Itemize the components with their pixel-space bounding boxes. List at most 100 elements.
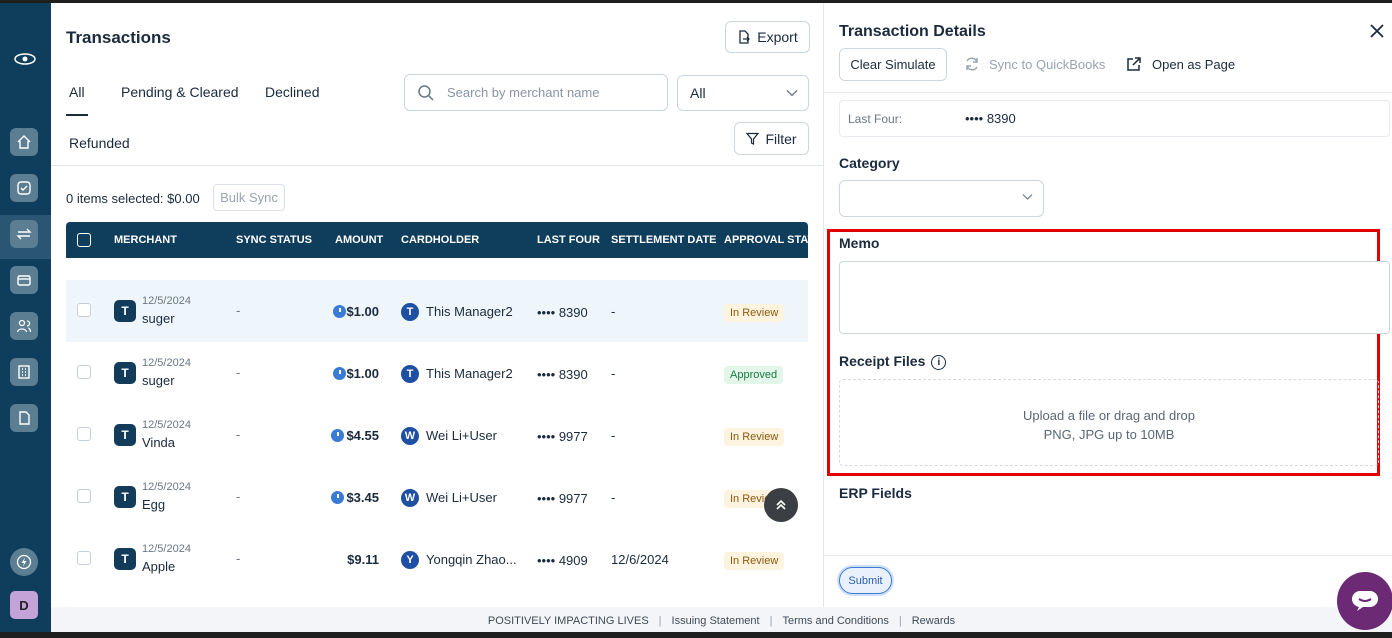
col-sync-status[interactable]: SYNC STATUS [236,234,312,246]
search-icon [418,84,434,101]
close-icon[interactable] [1369,23,1385,39]
users-icon[interactable] [10,312,38,340]
status-select[interactable]: All [677,75,809,111]
merchant-name: Apple [142,559,176,574]
open-as-page-link[interactable]: Open as Page [1126,56,1235,72]
last-four: •••• 8390 [537,367,588,382]
tab-declined[interactable]: Declined [265,84,319,100]
cardholder-badge: T [401,365,419,383]
chat-widget-button[interactable] [1337,572,1392,630]
settlement-date: 12/6/2024 [611,552,669,567]
sync-quickbooks-label: Sync to QuickBooks [989,56,1106,72]
sidebar: D [0,3,51,632]
amount: $1.00 [346,304,379,319]
chevrons-up-icon [776,499,786,510]
divider [824,555,1392,556]
merchant-name: Vinda [142,435,176,450]
status-badge: In Review [724,304,785,322]
transaction-date: 12/5/2024 [142,419,191,431]
avatar[interactable]: D [10,591,38,619]
sync-status: - [236,365,241,380]
settlement-date: - [611,304,616,319]
row-checkbox[interactable] [77,489,91,503]
scroll-to-top-button[interactable] [764,488,798,522]
table-row[interactable]: T 12/5/2024 suger - $1.00 T This Manager… [66,342,808,404]
row-checkbox[interactable] [77,427,91,441]
transactions-icon[interactable] [10,220,38,248]
last-four: •••• 9977 [537,429,588,444]
chevron-down-icon [1022,194,1033,200]
col-cardholder[interactable]: CARDHOLDER [401,234,479,246]
logo-icon [14,53,36,65]
open-as-page-label: Open as Page [1152,56,1236,72]
table-row[interactable]: T 12/5/2024 Vinda - $4.55 W Wei Li+User … [66,404,808,466]
row-checkbox[interactable] [77,551,91,565]
cardholder-name: Wei Li+User [426,428,497,443]
col-amount[interactable]: AMOUNT [335,234,383,246]
tab-all[interactable]: All [69,84,85,100]
sync-status: - [236,489,241,504]
pending-clock-icon [333,305,346,318]
row-checkbox[interactable] [77,365,91,379]
filter-button[interactable]: Filter [734,122,809,155]
receipt-dropzone[interactable]: Upload a file or drag and drop PNG, JPG … [839,379,1379,466]
cardholder-badge: Y [401,551,419,569]
settlement-date: - [611,366,616,381]
tasks-icon[interactable] [10,174,38,202]
lightning-icon[interactable] [10,548,38,576]
last-four: •••• 8390 [537,305,588,320]
category-label: Category [839,155,900,171]
last-four: •••• 9977 [537,491,588,506]
footer: POSITIVELY IMPACTING LIVES | Issuing Sta… [51,615,1392,632]
details-title: Transaction Details [839,23,986,40]
table-row[interactable]: T 12/5/2024 suger - $1.00 T This Manager… [66,280,808,342]
tab-refunded[interactable]: Refunded [69,135,130,151]
footer-separator: | [769,615,773,627]
footer-terms-link[interactable]: Terms and Conditions [782,615,888,632]
receipt-files-label: Receipt Files i [839,353,947,370]
col-settlement-date[interactable]: SETTLEMENT DATE [611,234,717,246]
select-all-checkbox[interactable] [77,233,91,247]
clear-simulate-button[interactable]: Clear Simulate [839,48,947,81]
export-button[interactable]: Export [725,21,810,53]
upload-instructions: Upload a file or drag and drop [1022,408,1195,423]
selected-info: 0 items selected: $0.00 [66,191,200,206]
col-last-four[interactable]: LAST FOUR [537,234,600,246]
chat-icon [1352,591,1378,611]
pending-clock-icon [333,367,346,380]
status-badge: In Review [724,552,785,570]
table-row[interactable]: T 12/5/2024 Apple - $9.11 Y Yongqin Zhao… [66,528,808,590]
home-icon[interactable] [10,128,38,156]
external-link-icon [1127,57,1141,71]
sync-status: - [236,551,241,566]
search-input[interactable]: Search by merchant name [404,74,668,111]
col-approval-status[interactable]: APPROVAL STATUS [724,234,808,246]
bulk-sync-button[interactable]: Bulk Sync [213,184,285,211]
amount: $3.45 [346,490,379,505]
amount: $9.11 [347,552,379,567]
last-four-field: Last Four: •••• 8390 [839,100,1390,137]
card-icon[interactable] [10,266,38,294]
building-icon[interactable] [10,358,38,386]
active-tab-underline [66,114,88,116]
filter-icon [746,132,760,145]
merchant-name: Egg [142,497,166,512]
merchant-badge: T [114,486,136,508]
document-icon[interactable] [10,404,38,432]
memo-textarea[interactable] [839,261,1390,334]
cardholder-name: Yongqin Zhao... [426,552,517,567]
row-checkbox[interactable] [77,303,91,317]
submit-button[interactable]: Submit [839,567,892,594]
amount: $1.00 [346,366,379,381]
footer-issuing-statement-link[interactable]: Issuing Statement [672,615,760,632]
col-merchant[interactable]: MERCHANT [114,234,177,246]
amount: $4.55 [346,428,379,443]
tab-pending-cleared[interactable]: Pending & Cleared [121,84,239,100]
category-select[interactable] [839,180,1044,217]
table-header: MERCHANT SYNC STATUS AMOUNT CARDHOLDER L… [66,222,808,258]
sync-quickbooks-button[interactable]: Sync to QuickBooks [964,56,1105,72]
info-icon[interactable]: i [931,354,947,370]
table-row[interactable]: T 12/5/2024 Egg - $3.45 W Wei Li+User ••… [66,466,808,528]
merchant-name: suger [142,311,175,326]
footer-rewards-link[interactable]: Rewards [912,615,955,632]
